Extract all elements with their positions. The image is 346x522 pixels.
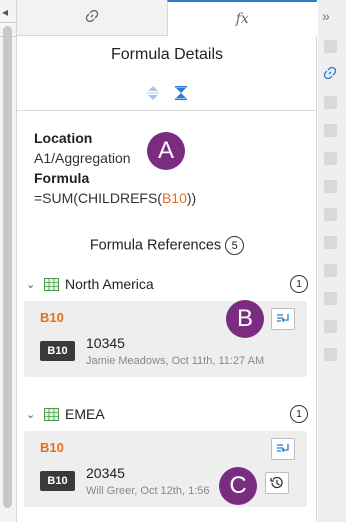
toolbar-item-icon[interactable] [324, 264, 337, 277]
panel-title: Formula Details [110, 46, 224, 63]
group-name: EMEA [65, 406, 105, 422]
formula-suffix: )) [186, 190, 197, 206]
formula-references-header: Formula References 5 [17, 236, 317, 255]
link-icon [85, 9, 99, 26]
cell-chip: B10 [40, 341, 75, 361]
function-icon: fx [235, 11, 249, 27]
toolbar-item-icon[interactable] [324, 40, 337, 53]
formula-prefix: =SUM(CHILDREFS( [34, 190, 162, 206]
collapse-all-icon[interactable] [172, 84, 190, 102]
group-count: 1 [290, 405, 308, 423]
sheet-grid-icon [44, 407, 59, 421]
reference-value: 10345 [86, 335, 125, 351]
group-header-emea[interactable]: ⌄ EMEA 1 [26, 402, 308, 426]
go-to-reference-button[interactable] [271, 438, 295, 460]
toolbar-item-icon[interactable] [324, 292, 337, 305]
reference-card: B10 B10 10345 Jamie Meadows, Oct 11th, 1… [24, 301, 307, 377]
chevron-down-icon[interactable]: ⌄ [26, 278, 40, 291]
panel-tabs: fx [17, 0, 317, 36]
reference-meta: Will Greer, Oct 12th, 1:56 [86, 485, 210, 497]
reference-card: B10 B10 20345 Will Greer, Oct 12th, 1:56 [24, 431, 307, 507]
toolbar-item-icon[interactable] [324, 180, 337, 193]
right-toolbar: » [318, 0, 346, 522]
tab-links[interactable] [17, 0, 167, 36]
group-header-north-america[interactable]: ⌄ North America 1 [26, 272, 308, 296]
formula-panel: fx Formula Details Location A1/Aggregati… [17, 0, 317, 522]
toolbar-item-icon[interactable] [324, 124, 337, 137]
reference-cell[interactable]: B10 [40, 440, 64, 455]
expand-collapse-controls [17, 84, 317, 102]
left-strip-divider [0, 22, 17, 23]
callout-c: C [219, 467, 257, 505]
reference-value: 20345 [86, 465, 125, 481]
references-title: Formula References [89, 237, 222, 254]
reference-cell[interactable]: B10 [40, 310, 64, 325]
chevron-down-icon[interactable]: ⌄ [26, 408, 40, 421]
cell-chip: B10 [40, 471, 75, 491]
go-to-reference-button[interactable] [271, 308, 295, 330]
toolbar-item-icon[interactable] [324, 152, 337, 165]
history-button[interactable] [265, 472, 289, 494]
go-to-icon [277, 444, 289, 453]
link-icon[interactable] [323, 66, 337, 85]
formula-label: Formula [34, 170, 90, 186]
group-name: North America [65, 276, 154, 292]
expand-all-icon[interactable] [144, 84, 162, 102]
tab-formula[interactable]: fx [166, 0, 317, 36]
toolbar-item-icon[interactable] [324, 236, 337, 249]
collapse-panel-icon[interactable]: » [322, 8, 330, 24]
left-strip: ◂ [0, 0, 17, 522]
references-count: 5 [225, 236, 245, 255]
formula-cell-ref[interactable]: B10 [162, 190, 187, 206]
sheet-grid-icon [44, 277, 59, 291]
group-count: 1 [290, 275, 308, 293]
toolbar-item-icon[interactable] [324, 320, 337, 333]
left-strip-marker: ◂ [2, 5, 9, 19]
formula-value: =SUM(CHILDREFS(B10)) [34, 188, 196, 208]
left-scrollbar[interactable] [3, 26, 12, 508]
reference-meta: Jamie Meadows, Oct 11th, 11:27 AM [86, 355, 265, 367]
toolbar-item-icon[interactable] [324, 96, 337, 109]
toolbar-item-icon[interactable] [324, 208, 337, 221]
callout-b: B [226, 300, 264, 338]
toolbar-item-icon[interactable] [324, 348, 337, 361]
divider [17, 110, 317, 111]
callout-a: A [147, 132, 185, 170]
history-icon [270, 476, 283, 489]
go-to-icon [277, 314, 289, 323]
